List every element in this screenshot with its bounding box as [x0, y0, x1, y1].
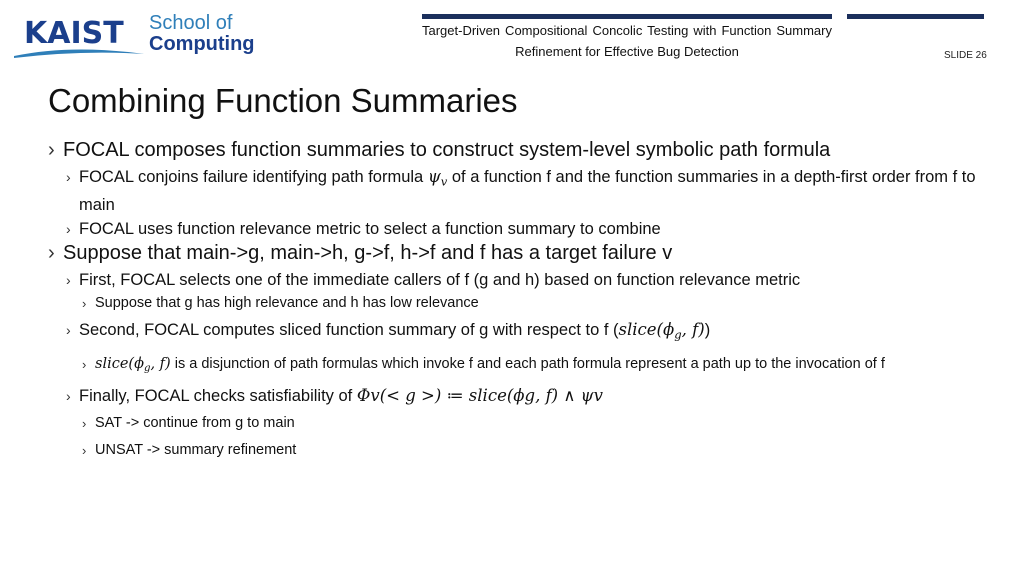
bullet-item: › FOCAL conjoins failure identifying pat… — [48, 165, 978, 217]
bullet-text: ) — [704, 321, 711, 340]
bullet-item: › FOCAL uses function relevance metric t… — [48, 217, 978, 241]
school-line2: Computing — [149, 33, 255, 55]
bullet-item: › FOCAL composes function summaries to c… — [48, 138, 978, 162]
bullet-chevron-icon: › — [48, 139, 55, 161]
bullet-item: › Second, FOCAL computes sliced function… — [48, 318, 978, 346]
bullet-text: Suppose that main->g, main->h, g->f, h->… — [63, 242, 673, 265]
bullet-chevron-icon: › — [66, 322, 71, 339]
math-slice: slice(ϕg, f) — [95, 355, 171, 374]
bullet-text: SAT -> continue from g to main — [95, 414, 295, 431]
bullet-text: Suppose that g has high relevance and h … — [95, 295, 479, 312]
bullet-item: › Suppose that main->g, main->h, g->f, h… — [48, 241, 978, 265]
header-bar-left — [422, 14, 832, 19]
bullet-text: FOCAL conjoins failure identifying path … — [79, 168, 428, 186]
school-line1: School of — [149, 12, 233, 34]
bullet-text: First, FOCAL selects one of the immediat… — [79, 271, 801, 290]
bullet-text: FOCAL composes function summaries to con… — [63, 139, 831, 161]
kaist-logo: KAIST School of Computing — [12, 10, 272, 60]
bullet-item: › SAT -> continue from g to main — [48, 412, 978, 435]
bullet-chevron-icon: › — [48, 242, 55, 265]
bullet-text: is a disjunction of path formulas which … — [170, 355, 885, 372]
bullet-text: Finally, FOCAL checks satisfiability of — [79, 386, 357, 405]
swoosh-icon — [14, 49, 144, 58]
bullet-chevron-icon: › — [66, 169, 71, 185]
bullet-list: › FOCAL composes function summaries to c… — [48, 138, 978, 462]
slide-number: SLIDE 26 — [944, 50, 987, 61]
math-slice: slice(ϕg, f) — [618, 320, 705, 342]
bullet-item: › UNSAT -> summary refinement — [48, 439, 978, 462]
paper-title: Target-Driven Compositional Concolic Tes… — [422, 23, 832, 59]
bullet-chevron-icon: › — [66, 272, 71, 289]
bullet-item: › Finally, FOCAL checks satisfiability o… — [48, 384, 978, 408]
math-formula: Φv(< g >) ≔ slice(ϕg, f) ∧ ψv — [356, 385, 603, 405]
bullet-chevron-icon: › — [66, 387, 71, 404]
bullet-item: › Suppose that g has high relevance and … — [48, 292, 978, 315]
bullet-chevron-icon: › — [66, 221, 71, 238]
header-bar-right — [847, 14, 984, 19]
bullet-text: FOCAL uses function relevance metric to … — [79, 220, 661, 239]
bullet-chevron-icon: › — [82, 296, 87, 312]
bullet-text: Second, FOCAL computes sliced function s… — [79, 321, 619, 340]
bullet-item: › First, FOCAL selects one of the immedi… — [48, 268, 978, 292]
bullet-item: › slice(ϕg, f) is a disjunction of path … — [48, 353, 978, 380]
math-psi: ψv — [427, 167, 448, 189]
slide-title: Combining Function Summaries — [48, 82, 518, 119]
bullet-chevron-icon: › — [82, 356, 87, 372]
bullet-chevron-icon: › — [82, 442, 87, 458]
bullet-text: UNSAT -> summary refinement — [95, 441, 297, 458]
bullet-chevron-icon: › — [82, 415, 87, 431]
